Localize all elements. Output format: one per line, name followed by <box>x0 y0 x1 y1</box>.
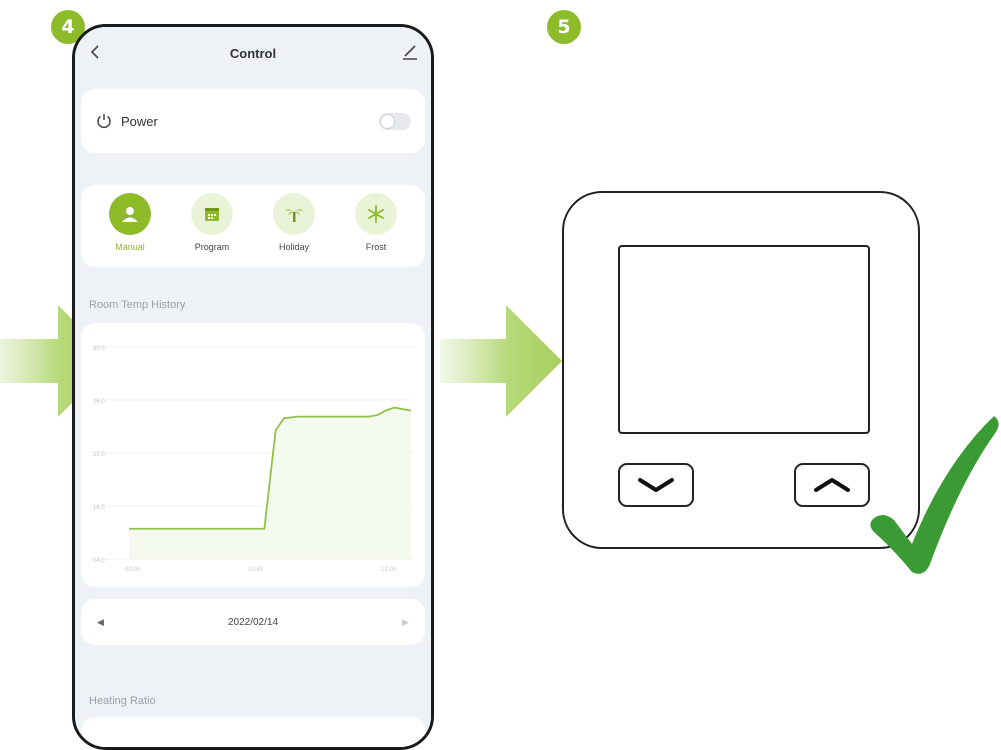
mode-frost[interactable]: Frost <box>341 193 411 267</box>
page-title: Control <box>229 45 277 61</box>
chevron-down-icon <box>638 478 674 492</box>
y-tick-label: 22.0 <box>93 452 105 458</box>
chart-svg: 30.0 26.0 22.0 18.0 14.0 00:00 10:40 13:00 <box>91 346 415 573</box>
y-tick-label: 18.0 <box>93 505 105 511</box>
y-tick-label: 14.0 <box>93 558 105 564</box>
x-tick-label: 10:40 <box>248 567 264 573</box>
mode-label: Program <box>194 242 230 252</box>
next-date-button[interactable]: ▶ <box>402 617 409 628</box>
y-tick-label: 30.0 <box>93 346 105 352</box>
calendar-icon <box>191 193 233 235</box>
down-button[interactable] <box>618 463 694 507</box>
palm-tree-icon <box>273 193 315 235</box>
instruction-graphic: 4 5 Control Power Manual Program Holiday… <box>0 0 1001 750</box>
step-badge-5: 5 <box>547 10 581 44</box>
green-arrow-icon <box>440 305 562 417</box>
prev-date-button[interactable]: ◀ <box>97 617 104 628</box>
mode-manual[interactable]: Manual <box>95 193 165 267</box>
date-value: 2022/02/14 <box>227 616 279 628</box>
edit-pencil-icon[interactable] <box>401 41 419 61</box>
y-tick-label: 26.0 <box>93 399 105 405</box>
x-tick-label: 00:00 <box>125 567 141 573</box>
mode-selector: Manual Program Holiday Frost <box>81 185 425 267</box>
heating-ratio-card <box>81 717 425 747</box>
date-selector: ◀ 2022/02/14 ▶ <box>81 599 425 645</box>
power-icon <box>97 114 111 129</box>
mode-label: Frost <box>365 242 387 252</box>
back-arrow-icon[interactable] <box>87 42 103 62</box>
power-row: Power <box>81 89 425 153</box>
up-button[interactable] <box>794 463 870 507</box>
thermostat-screen <box>618 245 870 434</box>
chevron-up-icon <box>814 478 850 492</box>
snowflake-icon <box>355 193 397 235</box>
person-icon <box>109 193 151 235</box>
power-label: Power <box>121 113 158 129</box>
top-bar: Control <box>75 27 431 79</box>
heating-ratio-title: Heating Ratio <box>89 695 156 707</box>
history-title: Room Temp History <box>89 299 186 311</box>
mode-label: Manual <box>115 242 145 252</box>
checkmark-icon <box>870 416 999 574</box>
mode-program[interactable]: Program <box>177 193 247 267</box>
phone-frame: Control Power Manual Program Holiday Fro… <box>72 24 434 750</box>
mode-label: Holiday <box>278 242 309 252</box>
x-tick-label: 13:00 <box>381 567 397 573</box>
app-screen: Control Power Manual Program Holiday Fro… <box>75 27 431 747</box>
mode-holiday[interactable]: Holiday <box>259 193 329 267</box>
power-toggle[interactable] <box>379 112 411 130</box>
temp-history-chart: 30.0 26.0 22.0 18.0 14.0 00:00 10:40 13:00 <box>81 323 425 587</box>
